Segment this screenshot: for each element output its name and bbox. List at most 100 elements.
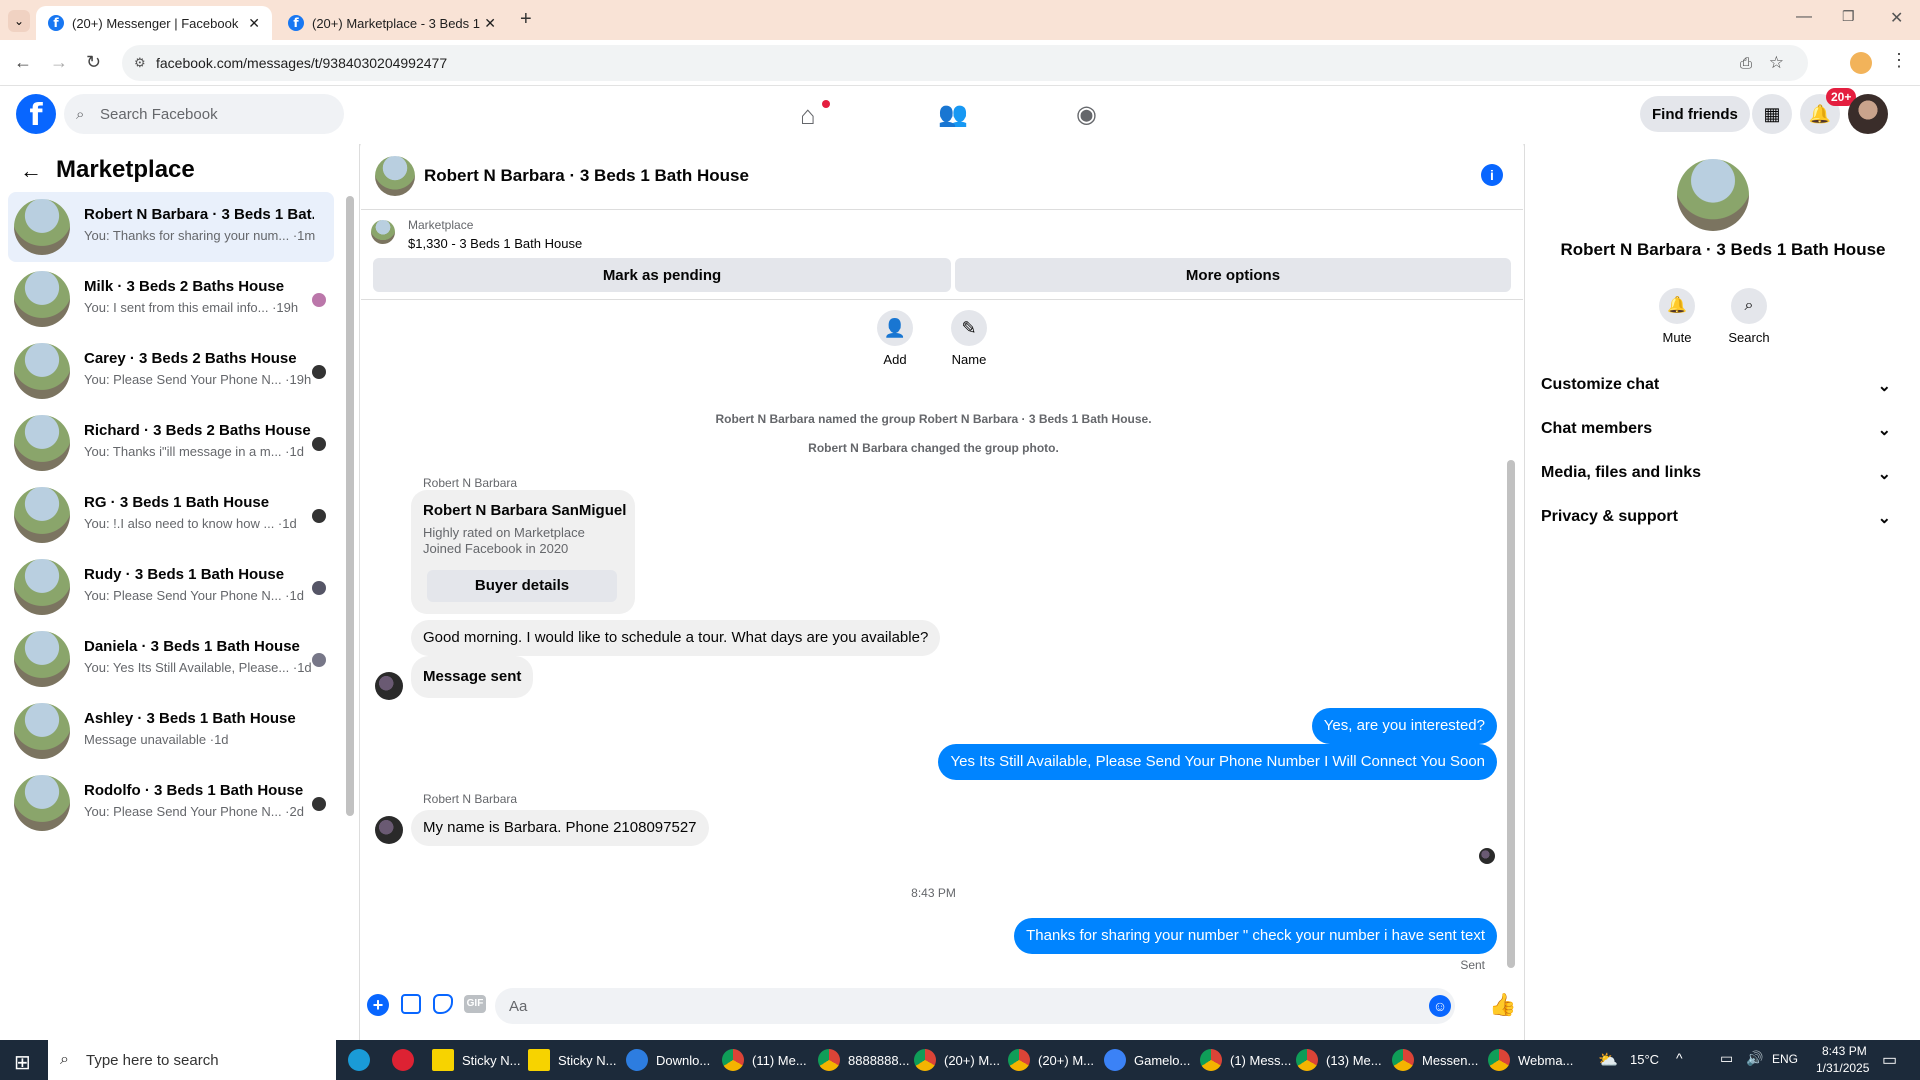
taskbar-app[interactable]: (20+) M... <box>914 1040 1000 1080</box>
forward-icon[interactable]: → <box>50 52 68 73</box>
edge-icon[interactable] <box>348 1049 370 1071</box>
listing-title[interactable]: $1,330 - 3 Beds 1 Bath House <box>408 236 582 251</box>
taskbar-app[interactable]: Sticky N... <box>432 1040 521 1080</box>
conversation-item[interactable]: Daniela · 3 Beds 1 Bath House You: Yes I… <box>8 624 334 694</box>
conversation-item[interactable]: Robert N Barbara · 3 Beds 1 Bat... You: … <box>8 192 334 262</box>
chat-title[interactable]: Robert N Barbara · 3 Beds 1 Bath House <box>424 166 749 186</box>
start-button[interactable]: ⊞ <box>14 1050 31 1075</box>
new-tab-button[interactable]: + <box>520 8 532 31</box>
clock-time[interactable]: 8:43 PM <box>1822 1044 1867 1058</box>
taskbar-app[interactable]: Webma... <box>1488 1040 1573 1080</box>
site-info-icon[interactable]: ⚙ <box>134 55 146 71</box>
list-scrollbar[interactable] <box>346 196 354 816</box>
chat-info-panel: Robert N Barbara · 3 Beds 1 Bath House 🔔… <box>1524 144 1920 1040</box>
search-input[interactable]: ⌕ Search Facebook <box>64 94 344 134</box>
taskbar-app[interactable]: (13) Me... <box>1296 1040 1382 1080</box>
conversation-item[interactable]: Milk · 3 Beds 2 Baths House You: I sent … <box>8 264 334 334</box>
incoming-message[interactable]: Good morning. I would like to schedule a… <box>411 620 941 656</box>
chat-avatar[interactable] <box>375 156 415 196</box>
conversation-item[interactable]: Carey · 3 Beds 2 Baths House You: Please… <box>8 336 334 406</box>
taskbar-app[interactable]: Messen... <box>1392 1040 1478 1080</box>
media-files-section[interactable]: Media, files and links ⌄ <box>1541 464 1891 484</box>
app-icon[interactable] <box>392 1049 414 1071</box>
taskbar-app[interactable]: (20+) M... <box>1008 1040 1094 1080</box>
mute-button[interactable]: 🔔 <box>1659 288 1695 324</box>
customize-chat-section[interactable]: Customize chat ⌄ <box>1541 376 1891 396</box>
taskbar-app[interactable]: Sticky N... <box>528 1040 617 1080</box>
account-avatar[interactable] <box>1848 94 1888 134</box>
browser-menu-icon[interactable]: ⋮ <box>1890 50 1908 71</box>
avatar <box>14 487 70 543</box>
messages-scrollbar[interactable] <box>1507 460 1515 968</box>
emoji-icon[interactable]: ☺ <box>1429 995 1451 1017</box>
home-icon[interactable]: ⌂ <box>800 100 816 131</box>
facebook-logo[interactable]: f <box>16 94 56 134</box>
tray-chevron-icon[interactable]: ^ <box>1676 1050 1683 1066</box>
weather-icon[interactable]: ⛅ <box>1598 1050 1618 1070</box>
sender-avatar[interactable] <box>375 672 403 700</box>
groups-icon[interactable]: ◉ <box>1076 100 1097 129</box>
profile-icon[interactable] <box>1850 52 1872 74</box>
close-icon[interactable]: ✕ <box>248 15 260 32</box>
timestamp: 8:43 PM <box>911 886 956 900</box>
listing-thumbnail[interactable] <box>371 220 395 244</box>
info-icon[interactable]: i <box>1481 164 1503 186</box>
tab-search-chevron-icon[interactable]: ⌄ <box>8 10 30 32</box>
conversation-item[interactable]: Richard · 3 Beds 2 Baths House You: Than… <box>8 408 334 478</box>
minimize-button[interactable]: — <box>1796 8 1812 26</box>
url-input[interactable]: ⚙ facebook.com/messages/t/93840302049924… <box>122 45 1808 81</box>
outgoing-message[interactable]: Thanks for sharing your number " check y… <box>1014 918 1497 954</box>
sticker-icon[interactable] <box>433 994 453 1014</box>
install-icon[interactable]: ⎙ <box>1740 55 1752 72</box>
taskbar-search[interactable]: ⌕ Type here to search <box>48 1040 336 1080</box>
back-icon[interactable]: ← <box>14 52 32 73</box>
taskbar-app[interactable]: (11) Me... <box>722 1040 807 1080</box>
network-icon[interactable]: ▭ <box>1720 1050 1733 1067</box>
gif-icon[interactable]: GIF <box>464 995 486 1013</box>
conversation-snippet: Message unavailable ·1d <box>84 732 229 747</box>
rename-button[interactable]: ✎ <box>951 310 987 346</box>
listing-banner: Marketplace $1,330 - 3 Beds 1 Bath House… <box>361 210 1523 300</box>
conversation-item[interactable]: Ashley · 3 Beds 1 Bath House Message una… <box>8 696 334 766</box>
notification-center-icon[interactable]: ▭ <box>1882 1050 1897 1070</box>
plus-icon[interactable]: + <box>367 994 389 1016</box>
like-icon[interactable]: 👍 <box>1489 992 1516 1018</box>
conversation-item[interactable]: Rodolfo · 3 Beds 1 Bath House You: Pleas… <box>8 768 334 838</box>
close-window-button[interactable]: ✕ <box>1890 8 1903 28</box>
volume-icon[interactable]: 🔊 <box>1746 1050 1763 1067</box>
back-arrow-icon[interactable]: ← <box>20 158 42 184</box>
mark-as-pending-button[interactable]: Mark as pending <box>373 258 951 292</box>
friends-icon[interactable]: 👥 <box>938 100 968 129</box>
tab-messenger[interactable]: f (20+) Messenger | Facebook ✕ <box>36 6 272 40</box>
taskbar-app[interactable]: 8888888... <box>818 1040 909 1080</box>
message-input[interactable]: Aa ☺ <box>495 988 1455 1024</box>
conversation-item[interactable]: RG · 3 Beds 1 Bath House You: !.I also n… <box>8 480 334 550</box>
taskbar-app[interactable]: Gamelo... <box>1104 1040 1190 1080</box>
buyer-details-button[interactable]: Buyer details <box>427 570 617 602</box>
group-photo[interactable] <box>1677 159 1749 231</box>
bookmark-star-icon[interactable]: ☆ <box>1769 53 1784 73</box>
add-member-button[interactable]: 👤 <box>877 310 913 346</box>
weather-temp[interactable]: 15°C <box>1630 1052 1659 1067</box>
language-indicator[interactable]: ENG <box>1772 1052 1798 1066</box>
sender-avatar[interactable] <box>375 816 403 844</box>
search-in-chat-button[interactable]: ⌕ <box>1731 288 1767 324</box>
chat-members-section[interactable]: Chat members ⌄ <box>1541 420 1891 440</box>
incoming-message[interactable]: My name is Barbara. Phone 2108097527 <box>411 810 709 846</box>
privacy-support-section[interactable]: Privacy & support ⌄ <box>1541 508 1891 528</box>
restore-button[interactable]: ❐ <box>1842 8 1855 25</box>
outgoing-message[interactable]: Yes Its Still Available, Please Send You… <box>938 744 1497 780</box>
taskbar-app[interactable]: (1) Mess... <box>1200 1040 1291 1080</box>
reload-icon[interactable]: ↻ <box>86 52 101 73</box>
photo-icon[interactable] <box>401 994 421 1014</box>
outgoing-message[interactable]: Yes, are you interested? <box>1311 708 1497 744</box>
clock-date[interactable]: 1/31/2025 <box>1816 1061 1869 1075</box>
taskbar-app[interactable]: Downlo... <box>626 1040 710 1080</box>
find-friends-button[interactable]: Find friends <box>1640 96 1750 132</box>
conversation-item[interactable]: Rudy · 3 Beds 1 Bath House You: Please S… <box>8 552 334 622</box>
more-options-button[interactable]: More options <box>955 258 1511 292</box>
close-icon[interactable]: ✕ <box>484 15 496 32</box>
menu-grid-button[interactable]: ▦ <box>1752 94 1792 134</box>
tab-marketplace[interactable]: f (20+) Marketplace - 3 Beds 1 Ba ✕ <box>276 6 508 40</box>
incoming-message[interactable]: Message sent <box>411 656 534 698</box>
